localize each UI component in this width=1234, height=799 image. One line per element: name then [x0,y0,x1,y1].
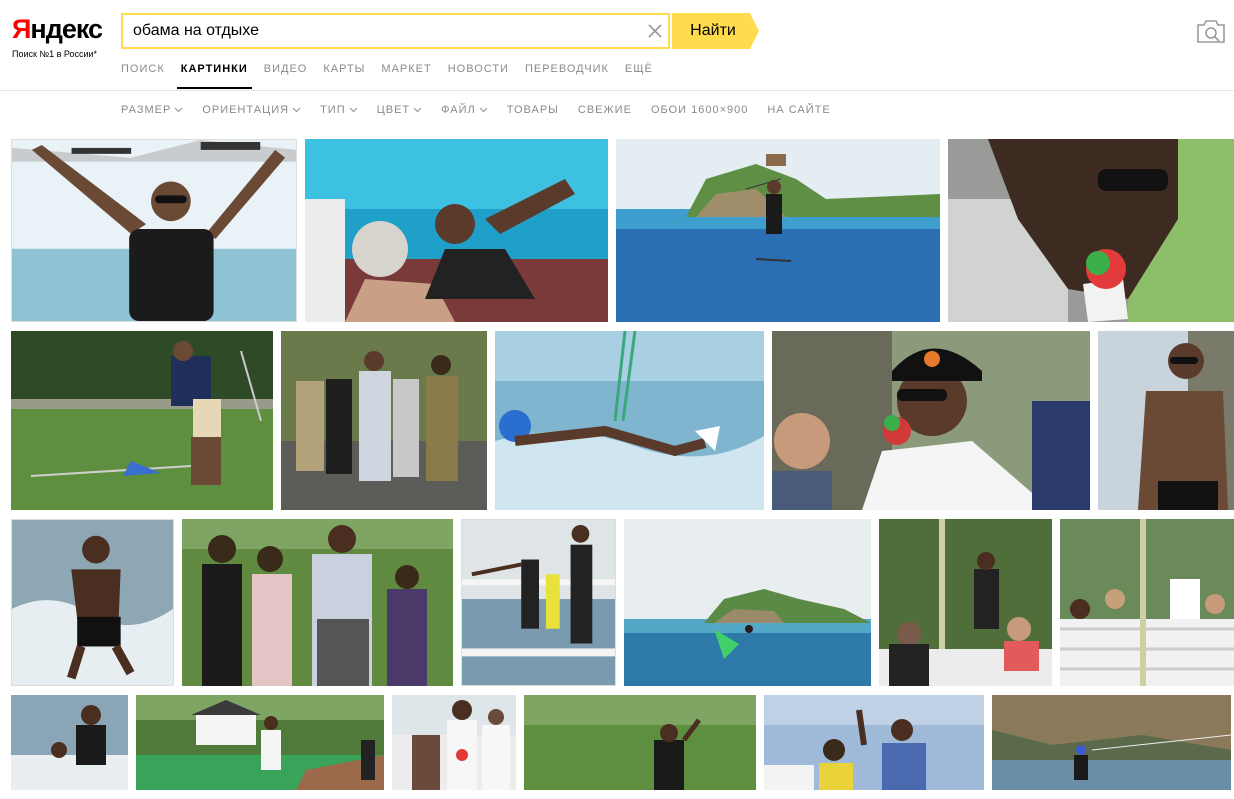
chevron-down-icon [413,107,422,113]
search-tabs: Поиск Картинки Видео Карты Маркет Новост… [121,62,669,90]
image-result[interactable] [461,519,616,686]
image-result[interactable] [524,695,756,790]
search-input[interactable] [133,21,633,41]
logo-wordmark: Яндекс [12,14,103,44]
camera-icon[interactable] [1196,18,1226,44]
filter-bar: Размер Ориентация Тип Цвет Файл Товары С… [121,103,850,117]
filter-goods[interactable]: Товары [507,103,559,117]
image-result[interactable] [11,519,174,686]
image-result[interactable] [879,519,1052,686]
image-row [11,695,1234,790]
tab-news[interactable]: Новости [448,62,509,88]
image-result[interactable] [392,695,516,790]
chevron-down-icon [349,107,358,113]
header-divider [0,90,1234,91]
image-result[interactable] [948,139,1234,322]
search-button[interactable]: Найти [672,13,750,49]
chevron-down-icon [292,107,301,113]
filter-orientation[interactable]: Ориентация [202,103,301,117]
image-result[interactable] [772,331,1090,510]
image-result[interactable] [182,519,453,686]
filter-type[interactable]: Тип [320,103,358,117]
image-result[interactable] [11,139,297,322]
image-result[interactable] [11,695,128,790]
image-result[interactable] [281,331,487,510]
tab-search[interactable]: Поиск [121,62,165,88]
image-results-grid [11,139,1234,799]
image-result[interactable] [616,139,940,322]
tab-video[interactable]: Видео [264,62,308,88]
tab-translator[interactable]: Переводчик [525,62,609,88]
chevron-down-icon [479,107,488,113]
tab-more[interactable]: Ещё [625,62,653,88]
tab-market[interactable]: Маркет [381,62,431,88]
image-result[interactable] [764,695,984,790]
image-row [11,519,1234,686]
image-result[interactable] [624,519,871,686]
image-result[interactable] [305,139,608,322]
search-box [121,13,670,49]
image-result[interactable] [992,695,1231,790]
filter-size[interactable]: Размер [121,103,183,117]
filter-color[interactable]: Цвет [377,103,423,117]
chevron-down-icon [174,107,183,113]
logo-tagline: Поиск №1 в России* [12,49,98,59]
image-result[interactable] [1098,331,1234,510]
image-result[interactable] [11,331,273,510]
tab-images[interactable]: Картинки [176,62,252,89]
filter-wallpapers[interactable]: Обои 1600×900 [651,103,748,117]
filter-fresh[interactable]: Свежие [578,103,632,117]
image-row [11,139,1234,322]
filter-on-site[interactable]: На сайте [767,103,830,117]
yandex-logo[interactable]: Яндекс Поиск №1 в России* [12,14,112,59]
image-result[interactable] [1060,519,1234,686]
image-result[interactable] [136,695,384,790]
close-icon[interactable] [647,23,663,39]
tab-maps[interactable]: Карты [323,62,365,88]
image-row [11,331,1234,510]
search-button-arrow [750,13,759,49]
image-result[interactable] [495,331,764,510]
filter-file[interactable]: Файл [441,103,488,117]
